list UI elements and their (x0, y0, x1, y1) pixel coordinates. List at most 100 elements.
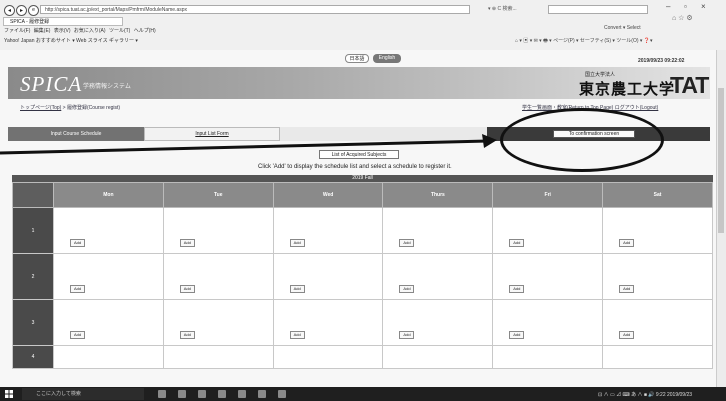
timetable-row: 1 Add Add Add Add Add Add (12, 207, 713, 254)
english-language-button[interactable]: English (373, 54, 401, 63)
windows-start-icon[interactable] (5, 390, 13, 398)
spica-logo: SPICA (20, 72, 83, 96)
arrow-head (482, 134, 497, 148)
add-button[interactable]: Add (399, 285, 415, 293)
site-icon: e (28, 5, 39, 16)
close-icon[interactable]: × (701, 2, 706, 11)
add-button[interactable]: Add (289, 331, 305, 339)
day-header-tue: Tue (162, 182, 274, 208)
timetable-row: 3 Add Add Add Add Add Add (12, 299, 713, 346)
back-icon[interactable]: ◂ (4, 5, 15, 16)
breadcrumb: トップページ(Top) > 履修登録(Course regist) (20, 105, 121, 111)
add-button[interactable]: Add (179, 239, 195, 247)
app-icon[interactable] (278, 390, 286, 398)
instruction-text: Click 'Add' to display the schedule list… (258, 164, 452, 170)
term-label: 2019 Fall (12, 175, 713, 182)
timetable-corner (12, 182, 54, 208)
ie-icon[interactable] (258, 390, 266, 398)
system-tray[interactable]: ⊡ ∧ ▭ ⊿ ⌨ あ ∧ ■ 🔊 9:22 2019/09/23 (598, 391, 692, 398)
add-button[interactable]: Add (70, 285, 85, 293)
timetable-cell: Add (272, 253, 384, 300)
add-button[interactable]: Add (399, 239, 415, 247)
timetable-cell: Add (492, 253, 604, 300)
timetable-cell: Add (272, 207, 384, 254)
breadcrumb-current: 履修登録(Course regist) (67, 105, 121, 111)
day-header-sat: Sat (602, 182, 713, 208)
add-button[interactable]: Add (179, 285, 195, 293)
list-of-acquired-subjects-button[interactable]: List of Acquired Subjects (319, 150, 399, 159)
browser-search-input[interactable] (548, 5, 648, 14)
timetable-cell: Add (492, 207, 604, 254)
current-datetime: 2019/09/23 09:22:02 (638, 58, 685, 64)
minimize-icon[interactable]: – (666, 2, 670, 11)
mail-icon[interactable] (238, 390, 246, 398)
edge-icon[interactable] (178, 390, 186, 398)
add-button[interactable]: Add (619, 285, 635, 293)
timetable-cell (492, 345, 604, 369)
timetable-cell: Add (602, 299, 713, 346)
home-star-gear-icons[interactable]: ⌂ ☆ ⚙ (672, 14, 693, 22)
timetable-cell: Add (602, 253, 713, 300)
add-button[interactable]: Add (509, 285, 525, 293)
timetable-cell: Add (53, 253, 164, 300)
timetable-cell: Add (492, 299, 604, 346)
add-button[interactable]: Add (399, 331, 415, 339)
add-button[interactable]: Add (70, 239, 85, 247)
file-explorer-icon[interactable] (198, 390, 206, 398)
spica-logo-subtitle: 学務情報システム (83, 84, 131, 90)
add-button[interactable]: Add (179, 331, 195, 339)
timetable-cell: Add (53, 207, 164, 254)
timetable-cell: Add (162, 299, 274, 346)
breadcrumb-home-link[interactable]: トップページ(Top) (20, 105, 61, 111)
taskbar-search-input[interactable]: ここに入力して検索 (22, 388, 144, 400)
japanese-language-button[interactable]: 日本語 (345, 54, 369, 63)
store-icon[interactable] (218, 390, 226, 398)
annotation-ellipse (500, 108, 664, 172)
browser-tab[interactable]: SPICA - 履修登録 (3, 17, 123, 26)
timetable-cell (602, 345, 713, 369)
day-header-thurs: Thurs (382, 182, 494, 208)
arrow-shaft (0, 139, 489, 155)
add-button[interactable]: Add (619, 239, 635, 247)
add-button[interactable]: Add (289, 285, 305, 293)
timetable-cell (382, 345, 494, 369)
university-type-label: 国立大学法人 (585, 72, 616, 78)
timetable-body: 1 Add Add Add Add Add Add 2 Add Add Add Add Add Add 3 A… (12, 207, 713, 369)
day-header-mon: Mon (53, 182, 164, 208)
annotation-arrow (0, 134, 497, 155)
convert-select-tools[interactable]: Convert ▾ Select (604, 25, 641, 31)
timetable-cell (53, 345, 164, 369)
add-button[interactable]: Add (509, 239, 525, 247)
address-controls[interactable]: ▾ ⊕ C 検索... (488, 5, 517, 12)
period-label: 3 (12, 299, 54, 346)
command-bar[interactable]: ⌂ ▾ ▣ ▾ ✉ ▾ 🖶 ▾ ページ(P) ▾ セーフティ(S) ▾ ツール(… (515, 37, 653, 46)
period-label: 2 (12, 253, 54, 300)
forward-icon[interactable]: ▸ (16, 5, 27, 16)
timetable: Mon Tue Wed Thurs Fri Sat 1 Add Add Add Add A… (12, 182, 713, 369)
timetable-row: 2 Add Add Add Add Add Add (12, 253, 713, 300)
timetable-cell (272, 345, 384, 369)
add-button[interactable]: Add (509, 331, 525, 339)
timetable-cell: Add (382, 253, 494, 300)
timetable-row: 4 (12, 345, 713, 369)
address-bar[interactable]: http://spica.tuat.ac.jp/ext_portal/Maps/… (40, 5, 470, 14)
university-name: 東京農工大学 (579, 82, 676, 98)
period-label: 1 (12, 207, 54, 254)
task-view-icon[interactable] (158, 390, 166, 398)
scrollbar-thumb[interactable] (718, 88, 724, 233)
favorites-bar[interactable]: Yahoo! Japan おすすめサイト ▾ Web スライス ギャラリー ▾ (4, 37, 138, 44)
timetable-cell: Add (382, 299, 494, 346)
add-button[interactable]: Add (70, 331, 85, 339)
timetable-cell: Add (602, 207, 713, 254)
menu-bar[interactable]: ファイル(F) 編集(E) 表示(V) お気に入り(A) ツール(T) ヘルプ(… (4, 27, 156, 34)
timetable-header-row: Mon Tue Wed Thurs Fri Sat (12, 182, 713, 208)
timetable-cell: Add (162, 207, 274, 254)
add-button[interactable]: Add (289, 239, 305, 247)
university-logo: TAT (670, 72, 709, 98)
add-button[interactable]: Add (619, 331, 635, 339)
period-label: 4 (12, 345, 54, 369)
day-header-fri: Fri (492, 182, 604, 208)
day-header-wed: Wed (272, 182, 384, 208)
maximize-icon[interactable]: ▫ (684, 2, 687, 11)
timetable-cell: Add (272, 299, 384, 346)
